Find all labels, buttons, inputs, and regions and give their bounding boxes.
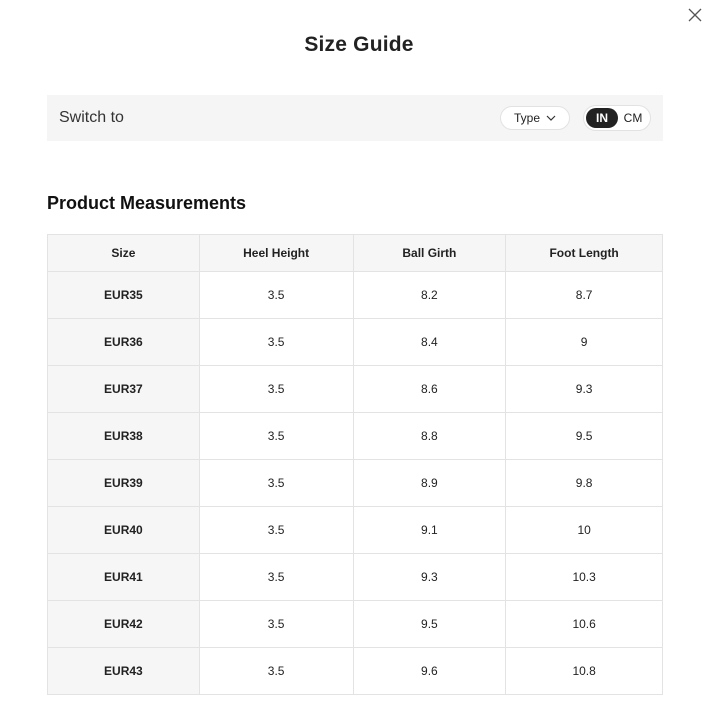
size-cell: EUR43	[47, 647, 200, 695]
table-row: EUR35 3.5 8.2 8.7	[47, 271, 663, 319]
unit-option-cm[interactable]: CM	[618, 108, 648, 128]
unit-toggle: IN CM	[583, 105, 651, 131]
size-cell: EUR42	[47, 600, 200, 648]
table-row: EUR40 3.5 9.1 10	[47, 506, 663, 554]
table-cell: 3.5	[198, 271, 354, 319]
table-cell: 8.2	[352, 271, 507, 319]
table-cell: 10.8	[505, 647, 663, 695]
table-cell: 3.5	[198, 412, 354, 460]
type-dropdown[interactable]: Type	[500, 106, 570, 130]
table-row: EUR42 3.5 9.5 10.6	[47, 600, 663, 648]
table-cell: 8.6	[352, 365, 507, 413]
table-row: EUR37 3.5 8.6 9.3	[47, 365, 663, 413]
unit-option-in[interactable]: IN	[586, 108, 618, 128]
table-row: EUR36 3.5 8.4 9	[47, 318, 663, 366]
table-cell: 3.5	[198, 459, 354, 507]
close-icon	[688, 8, 702, 22]
size-guide-modal: Size Guide Switch to Type IN CM Product …	[0, 0, 710, 722]
size-cell: EUR39	[47, 459, 200, 507]
table-row: EUR39 3.5 8.9 9.8	[47, 459, 663, 507]
table-row: EUR43 3.5 9.6 10.8	[47, 647, 663, 695]
table-cell: 3.5	[198, 600, 354, 648]
column-header: Ball Girth	[352, 234, 507, 272]
table-row: EUR41 3.5 9.3 10.3	[47, 553, 663, 601]
table-cell: 3.5	[198, 318, 354, 366]
table-row: EUR38 3.5 8.8 9.5	[47, 412, 663, 460]
table-cell: 8.7	[505, 271, 663, 319]
unit-switch-bar: Switch to Type IN CM	[47, 95, 663, 141]
table-cell: 9.3	[505, 365, 663, 413]
table-header-row: Size Heel Height Ball Girth Foot Length	[47, 234, 663, 272]
table-cell: 3.5	[198, 647, 354, 695]
switch-label: Switch to	[59, 109, 124, 126]
table-cell: 10.6	[505, 600, 663, 648]
table-cell: 9.3	[352, 553, 507, 601]
close-button[interactable]	[686, 6, 704, 24]
section-title: Product Measurements	[47, 193, 247, 213]
table-cell: 10.3	[505, 553, 663, 601]
table-cell: 9.5	[505, 412, 663, 460]
column-header: Size	[47, 234, 200, 272]
table-cell: 9.1	[352, 506, 507, 554]
table-cell: 3.5	[198, 553, 354, 601]
size-cell: EUR35	[47, 271, 200, 319]
column-header: Heel Height	[198, 234, 354, 272]
table-cell: 3.5	[198, 506, 354, 554]
size-cell: EUR41	[47, 553, 200, 601]
column-header: Foot Length	[505, 234, 663, 272]
table-cell: 8.8	[352, 412, 507, 460]
table-cell: 8.9	[352, 459, 507, 507]
chevron-down-icon	[546, 115, 556, 121]
table-cell: 9	[505, 318, 663, 366]
table-cell: 9.8	[505, 459, 663, 507]
table-cell: 9.5	[352, 600, 507, 648]
modal-title: Size Guide	[304, 33, 414, 56]
table-cell: 3.5	[198, 365, 354, 413]
table-cell: 10	[505, 506, 663, 554]
size-cell: EUR40	[47, 506, 200, 554]
table-cell: 8.4	[352, 318, 507, 366]
measurements-table: Size Heel Height Ball Girth Foot Length …	[47, 234, 663, 695]
table-cell: 9.6	[352, 647, 507, 695]
type-dropdown-label: Type	[514, 111, 541, 125]
size-cell: EUR37	[47, 365, 200, 413]
size-cell: EUR38	[47, 412, 200, 460]
size-cell: EUR36	[47, 318, 200, 366]
